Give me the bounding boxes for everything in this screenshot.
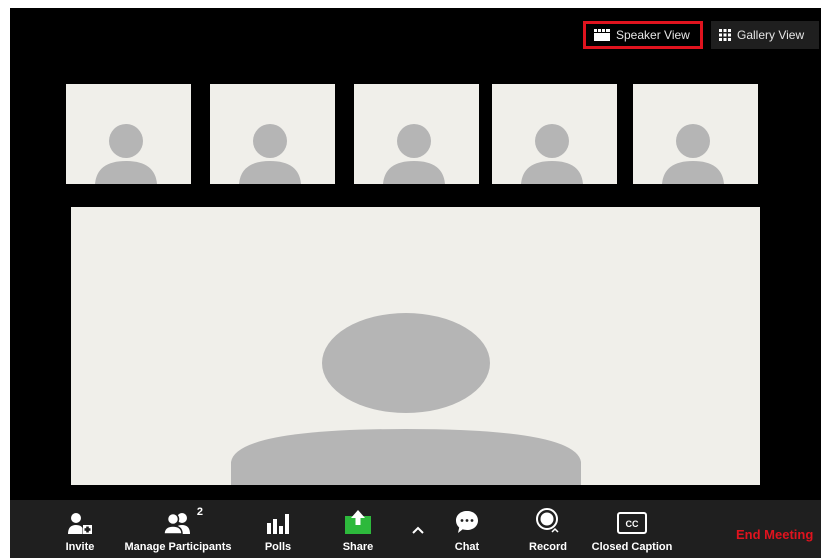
- chevron-up-icon: [412, 500, 424, 534]
- avatar-placeholder-icon: [521, 124, 583, 184]
- end-meeting-button[interactable]: End Meeting: [736, 527, 813, 542]
- polls-icon: [267, 500, 289, 534]
- avatar-placeholder-icon: [239, 124, 301, 184]
- speaker-view-icon: [594, 29, 610, 41]
- avatar-placeholder-icon: [383, 124, 445, 184]
- meeting-window: Speaker View Gallery View Invite 2 Manag…: [10, 8, 821, 558]
- share-button[interactable]: Share: [338, 500, 378, 558]
- avatar-placeholder-icon: [231, 313, 581, 485]
- participant-thumbnail-strip: [66, 84, 758, 184]
- manage-participants-label: Manage Participants: [124, 541, 232, 553]
- participant-thumbnail[interactable]: [633, 84, 758, 184]
- closed-caption-icon-text: CC: [626, 519, 639, 529]
- participant-thumbnail[interactable]: [66, 84, 191, 184]
- participant-thumbnail[interactable]: [492, 84, 617, 184]
- invite-button[interactable]: Invite: [60, 500, 100, 558]
- share-icon: [345, 500, 371, 534]
- polls-label: Polls: [264, 541, 292, 553]
- participants-count-badge: 2: [196, 506, 203, 518]
- gallery-grid-icon: [719, 29, 731, 41]
- record-label: Record: [529, 541, 567, 553]
- closed-caption-button[interactable]: CC Closed Caption: [586, 500, 678, 558]
- invite-icon: [68, 500, 92, 534]
- participant-thumbnail[interactable]: [210, 84, 335, 184]
- speaker-view-label: Speaker View: [616, 28, 690, 42]
- active-speaker-video: [71, 207, 760, 485]
- gallery-view-label: Gallery View: [737, 28, 805, 42]
- closed-caption-icon: CC: [617, 500, 647, 534]
- share-options-button[interactable]: [408, 500, 428, 558]
- avatar-placeholder-icon: [95, 124, 157, 184]
- gallery-view-button[interactable]: Gallery View: [711, 21, 819, 49]
- chat-icon: [455, 500, 479, 534]
- avatar-placeholder-icon: [662, 124, 724, 184]
- polls-button[interactable]: Polls: [260, 500, 296, 558]
- manage-participants-button[interactable]: 2 Manage Participants: [118, 500, 238, 558]
- closed-caption-label: Closed Caption: [591, 541, 673, 553]
- speaker-view-button[interactable]: Speaker View: [583, 21, 703, 49]
- meeting-controls-toolbar: Invite 2 Manage Participants Polls Share…: [10, 500, 821, 558]
- share-label: Share: [342, 541, 374, 553]
- participant-thumbnail[interactable]: [354, 84, 479, 184]
- participants-icon: 2: [163, 500, 203, 534]
- record-icon: [536, 500, 560, 534]
- chat-button[interactable]: Chat: [452, 500, 482, 558]
- record-button[interactable]: Record: [526, 500, 570, 558]
- invite-label: Invite: [65, 541, 95, 553]
- chat-label: Chat: [454, 541, 480, 553]
